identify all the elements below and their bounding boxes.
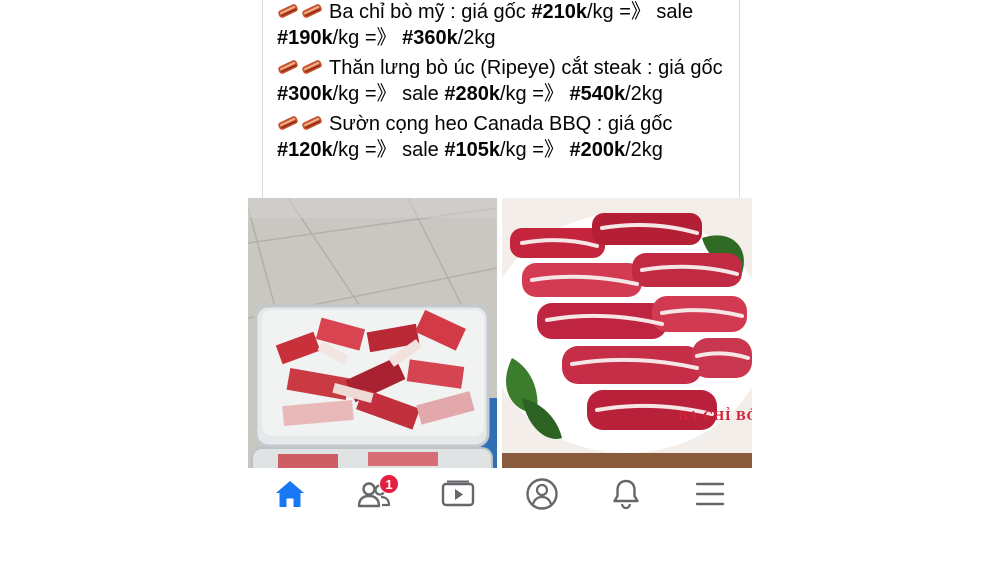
photo-pork-ribs[interactable] [248, 198, 497, 468]
nav-notifications[interactable] [584, 468, 668, 520]
photo-caption: BA CHỈ BÒ [678, 406, 752, 423]
pork-ribs-image [248, 198, 497, 468]
beef-belly-image: BA CHỈ BÒ [502, 198, 752, 468]
bottom-nav: 1 [248, 468, 752, 520]
price-original[interactable]: #210k [531, 1, 587, 23]
price-original[interactable]: #120k [277, 139, 333, 161]
post-frame: Ba chỉ bò mỹ : giá gốc #210k/kg =》 sale … [262, 0, 740, 198]
price-sale[interactable]: #280k [444, 83, 500, 105]
nav-profile[interactable] [500, 468, 584, 520]
bell-icon [613, 479, 639, 510]
price-sale[interactable]: #105k [444, 139, 500, 161]
post-text: Ba chỉ bò mỹ : giá gốc #210k/kg =》 sale … [277, 0, 727, 163]
post-line-2: Thăn lưng bò úc (Ripeye) cắt steak : giá… [277, 57, 723, 105]
home-icon [276, 481, 304, 507]
price-original[interactable]: #300k [277, 83, 333, 105]
bacon-emoji-icon [278, 116, 322, 130]
nav-friends[interactable]: 1 [332, 468, 416, 520]
post-line-1: Ba chỉ bò mỹ : giá gốc #210k/kg =》 sale … [277, 1, 694, 49]
watch-icon [441, 480, 475, 507]
nav-home[interactable] [248, 468, 332, 520]
photo-beef-belly[interactable]: BA CHỈ BÒ [502, 198, 752, 468]
menu-icon [695, 482, 725, 506]
profile-icon [526, 478, 558, 510]
bacon-emoji-icon [278, 4, 322, 18]
post-photos: BA CHỈ BÒ [248, 198, 752, 468]
nav-watch[interactable] [416, 468, 500, 520]
post-line-3: Sườn cọng heo Canada BBQ : giá gốc #120k… [277, 113, 673, 161]
price-2kg[interactable]: #200k [569, 139, 625, 161]
price-2kg[interactable]: #540k [569, 83, 625, 105]
price-2kg[interactable]: #360k [402, 27, 458, 49]
bacon-emoji-icon [278, 60, 322, 74]
price-sale[interactable]: #190k [277, 27, 333, 49]
notification-badge: 1 [379, 474, 399, 494]
nav-menu[interactable] [668, 468, 752, 520]
